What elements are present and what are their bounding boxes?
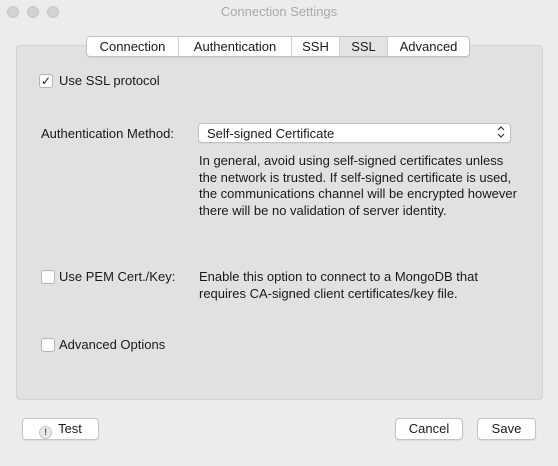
advanced-options-checkbox[interactable] (41, 338, 55, 352)
checkmark-icon: ✓ (40, 74, 52, 88)
auth-method-value: Self-signed Certificate (207, 126, 335, 141)
pem-help-text: Enable this option to connect to a Mongo… (199, 269, 478, 301)
cancel-button[interactable]: Cancel (395, 418, 463, 440)
test-button[interactable]: ! Test (22, 418, 99, 440)
auth-method-help-text: In general, avoid using self-signed cert… (199, 153, 517, 218)
save-button[interactable]: Save (477, 418, 536, 440)
window-title: Connection Settings (220, 4, 338, 19)
advanced-options-label: Advanced Options (59, 337, 166, 352)
use-pem-checkbox[interactable] (41, 270, 55, 284)
tab-bar: Connection Authentication SSH SSL Advanc… (86, 36, 470, 57)
warning-icon: ! (39, 426, 53, 439)
tab-connection[interactable]: Connection (87, 37, 179, 56)
test-button-label: Test (58, 421, 82, 436)
title-bar: Connection Settings (0, 0, 558, 24)
use-ssl-label: Use SSL protocol (59, 73, 160, 88)
tab-authentication[interactable]: Authentication (179, 37, 292, 56)
use-ssl-checkbox[interactable]: ✓ (39, 74, 53, 88)
chevron-updown-icon (496, 125, 506, 141)
auth-method-select[interactable]: Self-signed Certificate (198, 123, 511, 143)
use-pem-label: Use PEM Cert./Key: (59, 269, 176, 284)
auth-method-label: Authentication Method: (41, 126, 174, 141)
tab-ssl[interactable]: SSL (340, 37, 388, 56)
tab-advanced[interactable]: Advanced (388, 37, 469, 56)
tab-ssh[interactable]: SSH (292, 37, 340, 56)
